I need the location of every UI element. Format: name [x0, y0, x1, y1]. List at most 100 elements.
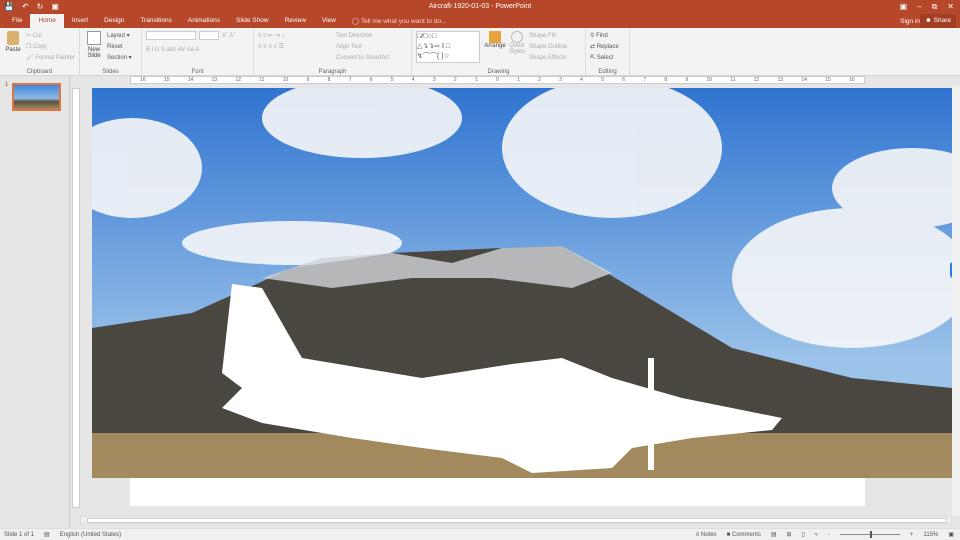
ruler-tick: 5 — [390, 77, 394, 83]
new-slide-icon — [87, 31, 101, 45]
restore-icon[interactable]: ⧉ — [932, 2, 938, 12]
tab-view[interactable]: View — [314, 14, 344, 28]
slide-number: 1 — [5, 82, 9, 88]
language[interactable]: English (United States) — [60, 532, 121, 538]
ruler-tick: 16 — [849, 77, 855, 83]
horizontal-scrollbar[interactable] — [80, 516, 952, 524]
tab-review[interactable]: Review — [277, 14, 314, 28]
close-icon[interactable]: ✕ — [947, 2, 954, 12]
cut-button[interactable]: ✂ Cut — [26, 31, 75, 42]
reading-view-icon[interactable]: ▯ — [802, 531, 805, 538]
ruler-tick: 12 — [235, 77, 241, 83]
tell-me-search[interactable]: ◯ Tell me what you want to do... — [352, 17, 447, 25]
group-label: Clipboard — [26, 69, 53, 75]
ruler-tick: 9 — [685, 77, 689, 83]
new-slide-button[interactable]: New Slide — [84, 31, 104, 59]
font-size-input[interactable] — [199, 31, 219, 40]
replace-button[interactable]: ⇄ Replace — [590, 42, 625, 53]
shape-outline-button[interactable]: Shape Outline — [529, 42, 567, 53]
status-bar: Slide 1 of 1 ▤ English (United States) ≡… — [0, 528, 960, 540]
spellcheck-icon[interactable]: ▤ — [44, 531, 50, 538]
ruler-tick: 11 — [730, 77, 736, 83]
zoom-in-button[interactable]: + — [910, 532, 914, 538]
layout-button[interactable]: Layout ▾ — [107, 31, 132, 42]
quick-styles-button[interactable]: Quick Styles — [507, 31, 527, 55]
shape-fill-button[interactable]: Shape Fill — [529, 31, 567, 42]
ribbon-display-options-icon[interactable]: ▣ — [900, 2, 908, 12]
copy-button[interactable]: ❐ Copy — [26, 42, 75, 53]
group-label: Editing — [598, 69, 617, 75]
ruler-tick: 0 — [495, 77, 499, 83]
share-button[interactable]: ☻ Share — [919, 14, 956, 28]
ruler-tick: 16 — [140, 77, 146, 83]
ruler-tick: 4 — [411, 77, 415, 83]
notes-button[interactable]: ≡ Notes — [696, 532, 717, 538]
tab-home[interactable]: Home — [30, 14, 64, 28]
paste-button[interactable]: Paste — [4, 31, 22, 53]
sign-in-link[interactable]: Sign in — [900, 18, 920, 25]
text-direction-button[interactable]: Text Direction — [336, 31, 389, 42]
align-text-button[interactable]: Align Text — [336, 42, 389, 53]
zoom-out-button[interactable]: - — [828, 532, 830, 538]
tab-transitions[interactable]: Transitions — [132, 14, 180, 28]
tab-slide-show[interactable]: Slide Show — [228, 14, 277, 28]
slideshow-icon[interactable]: ▿ — [815, 531, 818, 538]
format-painter-button[interactable]: 🖌 Format Painter — [26, 53, 75, 64]
scroll-thumb[interactable] — [87, 518, 947, 523]
drawing-group: □∕∕□○□ △↴↴⇨⇩□ ↯⌒⌒{ }☆ Arrange Quick Styles… — [412, 28, 586, 76]
group-label: Font — [191, 69, 204, 75]
find-button[interactable]: ⚲ Find — [590, 31, 625, 42]
font-name-input[interactable] — [146, 31, 196, 40]
minimize-icon[interactable]: – — [917, 2, 921, 12]
slide-photo[interactable] — [92, 88, 952, 478]
reset-button[interactable]: Reset — [107, 42, 132, 53]
ruler-tick: 12 — [753, 77, 760, 83]
comments-button[interactable]: ■ Comments — [727, 532, 761, 538]
ruler-tick: 3 — [559, 77, 562, 83]
ruler-tick: 2 — [538, 77, 541, 83]
ruler-tick: 1 — [517, 77, 520, 83]
slide-count: Slide 1 of 1 — [4, 531, 35, 538]
zoom-level[interactable]: 115% — [923, 532, 938, 538]
tab-design[interactable]: Design — [96, 14, 132, 28]
convert-smartart-button[interactable]: Convert to SmartArt — [336, 53, 389, 64]
select-button[interactable]: ⇱ Select — [590, 53, 625, 64]
window-title: Aircraft-1920-01-03 - PowerPoint — [428, 3, 532, 10]
fit-slide-icon[interactable]: ▣ — [948, 531, 954, 538]
clipboard-icon — [7, 31, 19, 45]
vertical-scrollbar[interactable] — [952, 86, 960, 516]
ruler-tick: 13 — [777, 77, 784, 83]
slide-sorter-icon[interactable]: ⊞ — [787, 531, 792, 538]
ruler-tick: 3 — [432, 77, 436, 83]
ruler-tick: 11 — [259, 77, 265, 83]
section-button[interactable]: Section ▾ — [107, 53, 132, 64]
editing-group: ⚲ Find ⇄ Replace ⇱ Select Editing — [586, 28, 630, 76]
arrange-button[interactable]: Arrange — [483, 31, 507, 49]
group-label: Slides — [102, 69, 119, 75]
paragraph-buttons[interactable]: ≡ ≡ ⇤ ⇥ ↕ ≡ ≡ ≡ ≡ ☰ — [258, 31, 336, 53]
font-size-buttons[interactable]: Aˆ Aˇ — [222, 31, 235, 42]
shape-effects-button[interactable]: Shape Effects — [529, 53, 567, 64]
slide-thumbnail[interactable] — [12, 83, 61, 111]
paragraph-group: ≡ ≡ ⇤ ⇥ ↕ ≡ ≡ ≡ ≡ ☰ Text Direction Align … — [254, 28, 412, 76]
ruler-tick: 8 — [664, 77, 668, 83]
ribbon: Paste ✂ Cut ❐ Copy 🖌 Format Painter Clip… — [0, 28, 960, 76]
tab-file[interactable]: File — [4, 14, 30, 28]
group-label: Paragraph — [318, 69, 347, 75]
ruler-tick: 6 — [622, 77, 626, 83]
ruler-tick: 5 — [601, 77, 604, 83]
horizontal-ruler: 16 15 14 13 12 11 10 9 8 7 6 5 4 3 2 1 0 1 2 3 4 5 6 7 8 9 10 11 12 1… — [130, 76, 865, 84]
person-icon: ☻ — [924, 17, 934, 24]
vertical-ruler — [72, 88, 80, 508]
font-group: Aˆ Aˇ B I U S abc AV Aa A Font — [142, 28, 254, 76]
font-format-buttons[interactable]: B I U S abc AV Aa A — [146, 45, 249, 56]
zoom-slider[interactable] — [839, 531, 900, 538]
ruler-tick: 7 — [643, 77, 647, 83]
tab-insert[interactable]: Insert — [64, 14, 96, 28]
shapes-gallery[interactable]: □∕∕□○□ △↴↴⇨⇩□ ↯⌒⌒{ }☆ — [416, 31, 480, 63]
ruler-tick: 1 — [474, 77, 478, 83]
ruler-tick: 4 — [580, 77, 583, 83]
tab-animations[interactable]: Animations — [180, 14, 228, 28]
normal-view-icon[interactable]: ▤ — [771, 531, 777, 538]
slide-thumbnail-pane: 1 — [0, 76, 70, 528]
